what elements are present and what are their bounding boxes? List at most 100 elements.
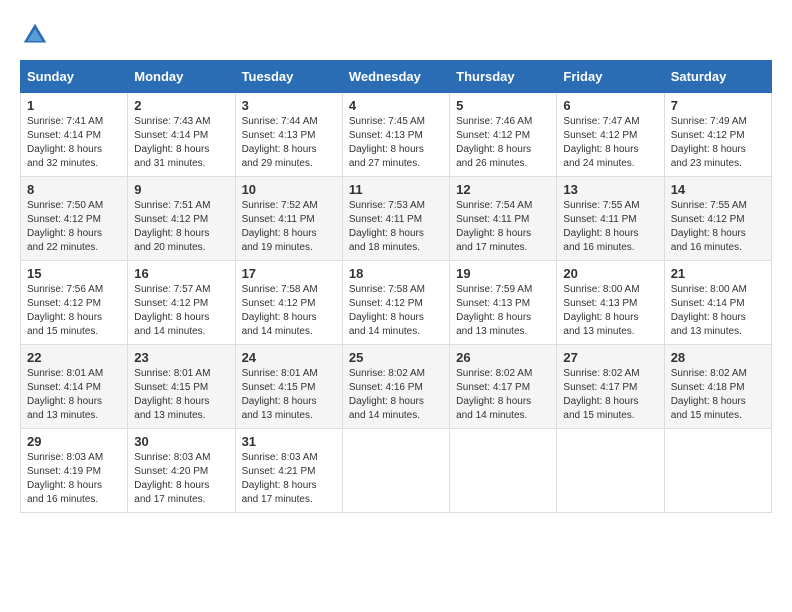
calendar-cell: 4 Sunrise: 7:45 AM Sunset: 4:13 PM Dayli… <box>342 93 449 177</box>
day-number: 20 <box>563 266 657 281</box>
day-number: 12 <box>456 182 550 197</box>
page-header <box>20 20 772 50</box>
week-row-1: 1 Sunrise: 7:41 AM Sunset: 4:14 PM Dayli… <box>21 93 772 177</box>
day-info: Sunrise: 8:00 AM Sunset: 4:13 PM Dayligh… <box>563 283 657 339</box>
header-thursday: Thursday <box>450 61 557 93</box>
calendar-cell: 12 Sunrise: 7:54 AM Sunset: 4:11 PM Dayl… <box>450 177 557 261</box>
day-number: 26 <box>456 350 550 365</box>
calendar-cell <box>557 429 664 513</box>
calendar-cell: 28 Sunrise: 8:02 AM Sunset: 4:18 PM Dayl… <box>664 345 771 429</box>
calendar-cell: 23 Sunrise: 8:01 AM Sunset: 4:15 PM Dayl… <box>128 345 235 429</box>
day-info: Sunrise: 7:44 AM Sunset: 4:13 PM Dayligh… <box>242 115 336 171</box>
day-number: 17 <box>242 266 336 281</box>
day-info: Sunrise: 8:02 AM Sunset: 4:16 PM Dayligh… <box>349 367 443 423</box>
calendar-cell: 19 Sunrise: 7:59 AM Sunset: 4:13 PM Dayl… <box>450 261 557 345</box>
day-number: 22 <box>27 350 121 365</box>
calendar-cell: 29 Sunrise: 8:03 AM Sunset: 4:19 PM Dayl… <box>21 429 128 513</box>
day-info: Sunrise: 7:59 AM Sunset: 4:13 PM Dayligh… <box>456 283 550 339</box>
day-info: Sunrise: 7:54 AM Sunset: 4:11 PM Dayligh… <box>456 199 550 255</box>
day-info: Sunrise: 7:55 AM Sunset: 4:12 PM Dayligh… <box>671 199 765 255</box>
calendar-cell: 30 Sunrise: 8:03 AM Sunset: 4:20 PM Dayl… <box>128 429 235 513</box>
day-info: Sunrise: 8:03 AM Sunset: 4:20 PM Dayligh… <box>134 451 228 507</box>
day-number: 9 <box>134 182 228 197</box>
day-info: Sunrise: 8:01 AM Sunset: 4:15 PM Dayligh… <box>134 367 228 423</box>
day-number: 29 <box>27 434 121 449</box>
calendar-cell: 16 Sunrise: 7:57 AM Sunset: 4:12 PM Dayl… <box>128 261 235 345</box>
logo-icon <box>20 20 50 50</box>
week-row-2: 8 Sunrise: 7:50 AM Sunset: 4:12 PM Dayli… <box>21 177 772 261</box>
day-number: 30 <box>134 434 228 449</box>
day-info: Sunrise: 8:01 AM Sunset: 4:14 PM Dayligh… <box>27 367 121 423</box>
day-info: Sunrise: 7:53 AM Sunset: 4:11 PM Dayligh… <box>349 199 443 255</box>
day-number: 27 <box>563 350 657 365</box>
calendar-cell <box>450 429 557 513</box>
day-number: 3 <box>242 98 336 113</box>
day-number: 10 <box>242 182 336 197</box>
day-info: Sunrise: 7:51 AM Sunset: 4:12 PM Dayligh… <box>134 199 228 255</box>
day-number: 13 <box>563 182 657 197</box>
calendar-cell: 10 Sunrise: 7:52 AM Sunset: 4:11 PM Dayl… <box>235 177 342 261</box>
calendar-table: SundayMondayTuesdayWednesdayThursdayFrid… <box>20 60 772 513</box>
day-number: 21 <box>671 266 765 281</box>
header-sunday: Sunday <box>21 61 128 93</box>
week-row-3: 15 Sunrise: 7:56 AM Sunset: 4:12 PM Dayl… <box>21 261 772 345</box>
day-info: Sunrise: 7:41 AM Sunset: 4:14 PM Dayligh… <box>27 115 121 171</box>
day-number: 5 <box>456 98 550 113</box>
day-number: 7 <box>671 98 765 113</box>
day-info: Sunrise: 7:55 AM Sunset: 4:11 PM Dayligh… <box>563 199 657 255</box>
day-info: Sunrise: 8:02 AM Sunset: 4:18 PM Dayligh… <box>671 367 765 423</box>
day-info: Sunrise: 8:00 AM Sunset: 4:14 PM Dayligh… <box>671 283 765 339</box>
calendar-cell: 11 Sunrise: 7:53 AM Sunset: 4:11 PM Dayl… <box>342 177 449 261</box>
day-info: Sunrise: 8:03 AM Sunset: 4:19 PM Dayligh… <box>27 451 121 507</box>
calendar-cell: 7 Sunrise: 7:49 AM Sunset: 4:12 PM Dayli… <box>664 93 771 177</box>
calendar-cell: 31 Sunrise: 8:03 AM Sunset: 4:21 PM Dayl… <box>235 429 342 513</box>
calendar-cell: 3 Sunrise: 7:44 AM Sunset: 4:13 PM Dayli… <box>235 93 342 177</box>
day-info: Sunrise: 7:43 AM Sunset: 4:14 PM Dayligh… <box>134 115 228 171</box>
calendar-cell: 22 Sunrise: 8:01 AM Sunset: 4:14 PM Dayl… <box>21 345 128 429</box>
day-number: 6 <box>563 98 657 113</box>
day-number: 4 <box>349 98 443 113</box>
day-info: Sunrise: 7:49 AM Sunset: 4:12 PM Dayligh… <box>671 115 765 171</box>
day-info: Sunrise: 8:01 AM Sunset: 4:15 PM Dayligh… <box>242 367 336 423</box>
calendar-cell <box>664 429 771 513</box>
day-info: Sunrise: 7:56 AM Sunset: 4:12 PM Dayligh… <box>27 283 121 339</box>
day-number: 2 <box>134 98 228 113</box>
week-row-5: 29 Sunrise: 8:03 AM Sunset: 4:19 PM Dayl… <box>21 429 772 513</box>
header-saturday: Saturday <box>664 61 771 93</box>
week-row-4: 22 Sunrise: 8:01 AM Sunset: 4:14 PM Dayl… <box>21 345 772 429</box>
day-info: Sunrise: 7:50 AM Sunset: 4:12 PM Dayligh… <box>27 199 121 255</box>
day-info: Sunrise: 7:52 AM Sunset: 4:11 PM Dayligh… <box>242 199 336 255</box>
calendar-cell: 17 Sunrise: 7:58 AM Sunset: 4:12 PM Dayl… <box>235 261 342 345</box>
calendar-cell: 1 Sunrise: 7:41 AM Sunset: 4:14 PM Dayli… <box>21 93 128 177</box>
day-number: 24 <box>242 350 336 365</box>
calendar-cell: 20 Sunrise: 8:00 AM Sunset: 4:13 PM Dayl… <box>557 261 664 345</box>
calendar-cell: 14 Sunrise: 7:55 AM Sunset: 4:12 PM Dayl… <box>664 177 771 261</box>
calendar-cell: 15 Sunrise: 7:56 AM Sunset: 4:12 PM Dayl… <box>21 261 128 345</box>
day-number: 11 <box>349 182 443 197</box>
day-info: Sunrise: 7:58 AM Sunset: 4:12 PM Dayligh… <box>242 283 336 339</box>
calendar-cell <box>342 429 449 513</box>
day-number: 25 <box>349 350 443 365</box>
day-info: Sunrise: 7:57 AM Sunset: 4:12 PM Dayligh… <box>134 283 228 339</box>
header-row: SundayMondayTuesdayWednesdayThursdayFrid… <box>21 61 772 93</box>
day-number: 18 <box>349 266 443 281</box>
calendar-cell: 18 Sunrise: 7:58 AM Sunset: 4:12 PM Dayl… <box>342 261 449 345</box>
calendar-cell: 21 Sunrise: 8:00 AM Sunset: 4:14 PM Dayl… <box>664 261 771 345</box>
day-info: Sunrise: 7:46 AM Sunset: 4:12 PM Dayligh… <box>456 115 550 171</box>
calendar-cell: 26 Sunrise: 8:02 AM Sunset: 4:17 PM Dayl… <box>450 345 557 429</box>
header-wednesday: Wednesday <box>342 61 449 93</box>
day-info: Sunrise: 8:02 AM Sunset: 4:17 PM Dayligh… <box>563 367 657 423</box>
calendar-cell: 8 Sunrise: 7:50 AM Sunset: 4:12 PM Dayli… <box>21 177 128 261</box>
day-number: 8 <box>27 182 121 197</box>
calendar-cell: 2 Sunrise: 7:43 AM Sunset: 4:14 PM Dayli… <box>128 93 235 177</box>
day-info: Sunrise: 7:47 AM Sunset: 4:12 PM Dayligh… <box>563 115 657 171</box>
day-number: 19 <box>456 266 550 281</box>
calendar-cell: 9 Sunrise: 7:51 AM Sunset: 4:12 PM Dayli… <box>128 177 235 261</box>
calendar-cell: 27 Sunrise: 8:02 AM Sunset: 4:17 PM Dayl… <box>557 345 664 429</box>
day-info: Sunrise: 8:02 AM Sunset: 4:17 PM Dayligh… <box>456 367 550 423</box>
calendar-cell: 24 Sunrise: 8:01 AM Sunset: 4:15 PM Dayl… <box>235 345 342 429</box>
day-number: 16 <box>134 266 228 281</box>
day-number: 31 <box>242 434 336 449</box>
header-monday: Monday <box>128 61 235 93</box>
calendar-cell: 5 Sunrise: 7:46 AM Sunset: 4:12 PM Dayli… <box>450 93 557 177</box>
